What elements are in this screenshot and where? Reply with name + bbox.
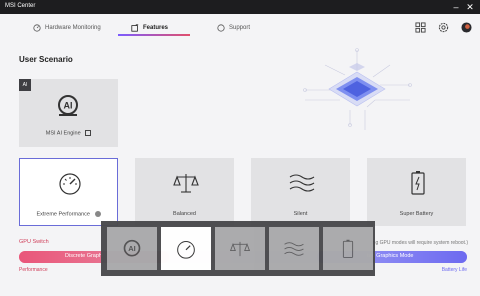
overlay-super-battery-option[interactable]	[323, 227, 373, 270]
overlay-extreme-performance-option[interactable]	[161, 227, 211, 270]
close-button[interactable]: ✕	[464, 1, 476, 13]
ai-engine-tile[interactable]: AI MSI AI Engine	[19, 79, 118, 147]
scenario-switch-overlay: AI	[101, 221, 375, 276]
tab-features[interactable]: Features	[131, 21, 168, 35]
ai-engine-text: MSI AI Engine	[45, 130, 81, 136]
settings-icon[interactable]	[94, 210, 101, 217]
discrete-label: Discrete Graphi	[65, 253, 104, 259]
minimize-button[interactable]: –	[450, 1, 462, 13]
gpu-switch-title: GPU Switch	[19, 239, 49, 245]
tab-label: Hardware Monitoring	[45, 25, 101, 31]
speedometer-icon	[177, 240, 195, 259]
overlay-ai-option[interactable]: AI	[107, 227, 157, 270]
chat-icon	[217, 24, 225, 32]
gpu-note: ing GPU modes will require system reboot…	[371, 240, 468, 246]
scenario-label: Balanced	[173, 211, 196, 217]
overlay-silent-option[interactable]	[269, 227, 319, 270]
overlay-balanced-option[interactable]	[215, 227, 265, 270]
scenario-super-battery[interactable]: Super Battery	[367, 158, 466, 226]
svg-text:AI: AI	[64, 101, 73, 111]
tab-label: Support	[229, 25, 251, 31]
ai-icon: AI	[58, 95, 78, 116]
title-bar: MSI Center – ✕	[0, 0, 480, 14]
wave-icon	[284, 241, 304, 256]
tab-hardware-monitoring[interactable]: Hardware Monitoring	[33, 21, 101, 35]
avatar[interactable]	[461, 22, 472, 33]
balance-scale-icon	[229, 241, 251, 256]
msi-center-window: MSI Center – ✕ Hardware Monitoring Featu…	[0, 0, 480, 296]
features-icon	[131, 24, 139, 32]
battery-icon	[411, 171, 425, 195]
ai-engine-label: MSI AI Engine	[20, 129, 117, 136]
tab-label: Features	[143, 25, 169, 31]
active-tab-indicator	[118, 34, 190, 36]
scenario-balanced[interactable]: Balanced	[135, 158, 234, 226]
battery-icon	[342, 239, 354, 258]
scenario-label: Super Battery	[399, 211, 434, 217]
top-nav: Hardware Monitoring Features Support	[0, 18, 480, 38]
ai-badge: AI	[19, 79, 31, 91]
scenario-label: Extreme Performance	[20, 210, 117, 217]
page-title: User Scenario	[19, 55, 73, 64]
performance-label: Performance	[19, 267, 48, 273]
tab-support[interactable]: Support	[217, 21, 250, 35]
external-link-icon	[85, 129, 92, 136]
window-title: MSI Center	[5, 3, 36, 9]
grid-icon[interactable]	[415, 22, 426, 33]
balance-scale-icon	[173, 174, 199, 193]
scenario-extreme-performance[interactable]: Extreme Performance	[19, 158, 118, 226]
gear-icon[interactable]	[438, 22, 449, 33]
speedometer-icon	[59, 173, 81, 195]
gauge-icon	[33, 24, 41, 32]
chip-illustration	[303, 48, 412, 130]
header-icons	[415, 22, 472, 33]
wave-icon	[289, 174, 315, 192]
scenario-silent[interactable]: Silent	[251, 158, 350, 226]
ai-icon: AI	[123, 239, 141, 256]
scenario-label: Silent	[293, 211, 308, 217]
scenario-text: Extreme Performance	[36, 211, 90, 217]
svg-text:AI: AI	[128, 244, 136, 253]
battery-life-label: Battery Life	[441, 267, 467, 273]
